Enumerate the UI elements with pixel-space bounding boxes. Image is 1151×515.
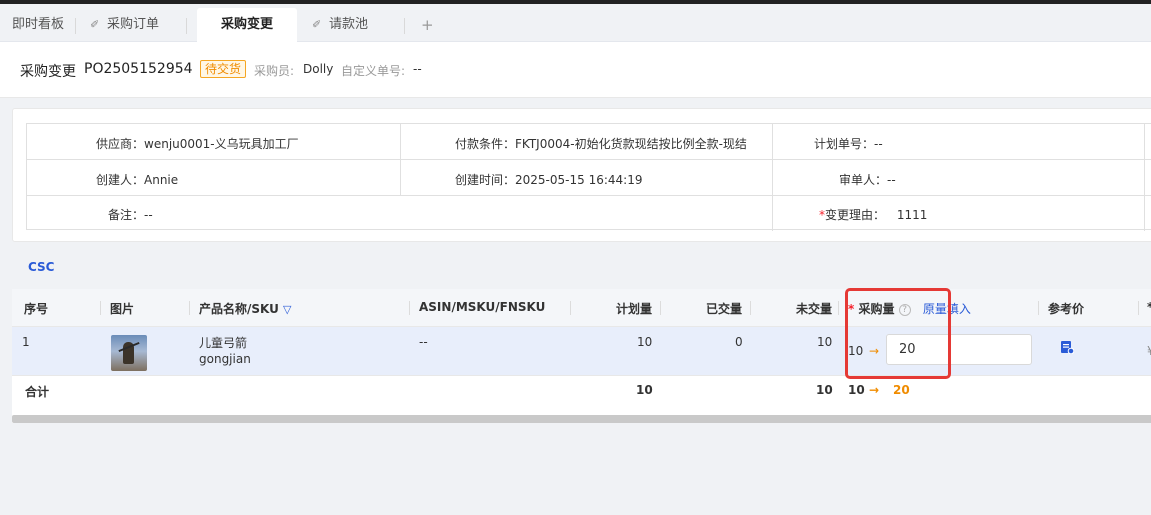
tab-bar: 即时看板 ✐ 采购订单 采购变更 ✐ 请款池 + bbox=[0, 4, 1151, 42]
custom-no-value: -- bbox=[413, 62, 422, 76]
order-info-card: 供应商：wenju0001-义乌玩具加工厂 付款条件：FKTJ0004-初始化货… bbox=[12, 108, 1151, 242]
document-icon[interactable] bbox=[1060, 340, 1074, 354]
remark-label: 备注： bbox=[108, 208, 145, 222]
total-qty-arrow: → bbox=[869, 383, 880, 397]
col-image: 图片 bbox=[110, 302, 135, 316]
tab-purchase-order[interactable]: ✐ 采购订单 bbox=[90, 8, 159, 42]
pin-icon[interactable]: ✐ bbox=[90, 8, 102, 42]
product-image[interactable] bbox=[111, 335, 147, 371]
col-asin: ASIN/MSKU/FNSKU bbox=[419, 300, 546, 314]
col-planned: 计划量 bbox=[616, 302, 653, 316]
tab-payment-pool[interactable]: ✐ 请款池 bbox=[312, 8, 368, 42]
product-name: 儿童弓箭 bbox=[199, 336, 248, 350]
change-reason-value[interactable]: 1111 bbox=[897, 208, 928, 222]
grid-line bbox=[772, 124, 773, 231]
page-header: 采购变更 PO2505152954 待交货 采购员: Dolly 自定义单号: … bbox=[0, 42, 1151, 98]
total-qty-to: 20 bbox=[893, 383, 910, 397]
col-next-required: * bbox=[1147, 300, 1151, 314]
plan-no-value: -- bbox=[874, 137, 883, 151]
buyer-label: 采购员: bbox=[254, 64, 295, 78]
creator-value: Annie bbox=[144, 173, 179, 187]
plan-no-label: 计划单号： bbox=[814, 137, 875, 151]
creator-label: 创建人： bbox=[96, 173, 145, 187]
col-divider bbox=[750, 301, 751, 315]
col-ref-price: 参考价 bbox=[1048, 302, 1085, 316]
col-divider bbox=[838, 301, 839, 315]
section-title: CSC bbox=[28, 260, 55, 274]
col-divider bbox=[1038, 301, 1039, 315]
total-planned: 10 bbox=[636, 383, 653, 397]
supplier-field: 供应商：wenju0001-义乌玩具加工厂 bbox=[96, 135, 299, 152]
change-reason-field: *变更理由： 1111 bbox=[819, 206, 927, 223]
product-table: 序号 图片 产品名称/SKU ▽ ASIN/MSKU/FNSKU 计划量 已交量… bbox=[12, 289, 1151, 423]
supplier-value: wenju0001-义乌玩具加工厂 bbox=[144, 137, 299, 151]
tab-dashboard[interactable]: 即时看板 bbox=[12, 8, 64, 42]
remark-field: 备注：-- bbox=[108, 206, 153, 223]
tab-divider bbox=[404, 18, 405, 34]
tab-label: 采购变更 bbox=[220, 17, 273, 32]
po-number: PO2505152954 bbox=[84, 61, 193, 77]
buyer-value: Dolly bbox=[303, 62, 334, 76]
next-col-cut: ¥ bbox=[1147, 344, 1151, 358]
col-divider bbox=[189, 301, 190, 315]
total-undelivered: 10 bbox=[816, 383, 833, 397]
row-index: 1 bbox=[22, 335, 30, 349]
grid-line bbox=[27, 195, 1151, 196]
planned-value: 10 bbox=[637, 335, 653, 349]
remark-value: -- bbox=[144, 208, 153, 222]
tab-divider bbox=[75, 18, 76, 34]
pin-icon[interactable]: ✐ bbox=[312, 8, 324, 42]
creator-field: 创建人：Annie bbox=[96, 171, 178, 188]
status-badge: 待交货 bbox=[200, 60, 247, 78]
change-reason-label: 变更理由： bbox=[825, 208, 886, 222]
product-sku: gongjian bbox=[199, 352, 251, 366]
horizontal-scrollbar[interactable] bbox=[12, 415, 1151, 423]
col-divider bbox=[660, 301, 661, 315]
payment-terms-value: FKTJ0004-初始化货款现结按比例全款-现结 bbox=[515, 137, 747, 151]
payment-terms-field: 付款条件：FKTJ0004-初始化货款现结按比例全款-现结 bbox=[455, 135, 747, 152]
grid-line bbox=[27, 159, 1151, 160]
created-time-field: 创建时间：2025-05-15 16:44:19 bbox=[455, 171, 642, 188]
order-info-grid: 供应商：wenju0001-义乌玩具加工厂 付款条件：FKTJ0004-初始化货… bbox=[26, 123, 1151, 231]
created-time-value: 2025-05-15 16:44:19 bbox=[515, 173, 643, 187]
col-product-label: 产品名称/SKU bbox=[199, 302, 279, 316]
filter-icon[interactable]: ▽ bbox=[283, 303, 291, 316]
page-title: 采购变更 bbox=[20, 64, 76, 80]
tab-label: 请款池 bbox=[329, 17, 369, 32]
custom-no-label: 自定义单号: bbox=[341, 64, 406, 78]
grid-line bbox=[1144, 124, 1145, 231]
col-divider bbox=[409, 301, 410, 315]
table-header: 序号 图片 产品名称/SKU ▽ ASIN/MSKU/FNSKU 计划量 已交量… bbox=[12, 289, 1151, 327]
plan-no-field: 计划单号：-- bbox=[814, 135, 883, 152]
supplier-label: 供应商： bbox=[96, 137, 145, 151]
reviewer-field: 审单人：-- bbox=[839, 171, 896, 188]
delivered-value: 0 bbox=[735, 335, 743, 349]
reviewer-value: -- bbox=[887, 173, 896, 187]
col-divider bbox=[1138, 301, 1139, 315]
col-product: 产品名称/SKU ▽ bbox=[199, 300, 292, 317]
undelivered-value: 10 bbox=[817, 335, 833, 349]
asin-value: -- bbox=[419, 335, 428, 349]
col-divider bbox=[570, 301, 571, 315]
tab-label: 即时看板 bbox=[12, 17, 65, 32]
tab-purchase-change[interactable]: 采购变更 bbox=[197, 8, 297, 42]
reviewer-label: 审单人： bbox=[839, 173, 888, 187]
highlight-annotation-box bbox=[845, 288, 951, 379]
payment-terms-label: 付款条件： bbox=[455, 137, 516, 151]
total-label: 合计 bbox=[25, 385, 50, 399]
col-divider bbox=[100, 301, 101, 315]
tab-label: 采购订单 bbox=[107, 17, 160, 32]
table-row[interactable]: 1 儿童弓箭 gongjian -- 10 0 10 10 → 20 ¥ bbox=[12, 327, 1151, 376]
tab-divider bbox=[186, 18, 187, 34]
add-tab-button[interactable]: + bbox=[421, 8, 434, 42]
total-qty-from: 10 bbox=[848, 383, 865, 397]
col-index: 序号 bbox=[24, 302, 49, 316]
col-delivered: 已交量 bbox=[706, 302, 743, 316]
col-undelivered: 未交量 bbox=[796, 302, 833, 316]
total-row: 合计 10 10 10 → 20 bbox=[12, 377, 1151, 413]
created-time-label: 创建时间： bbox=[455, 173, 516, 187]
